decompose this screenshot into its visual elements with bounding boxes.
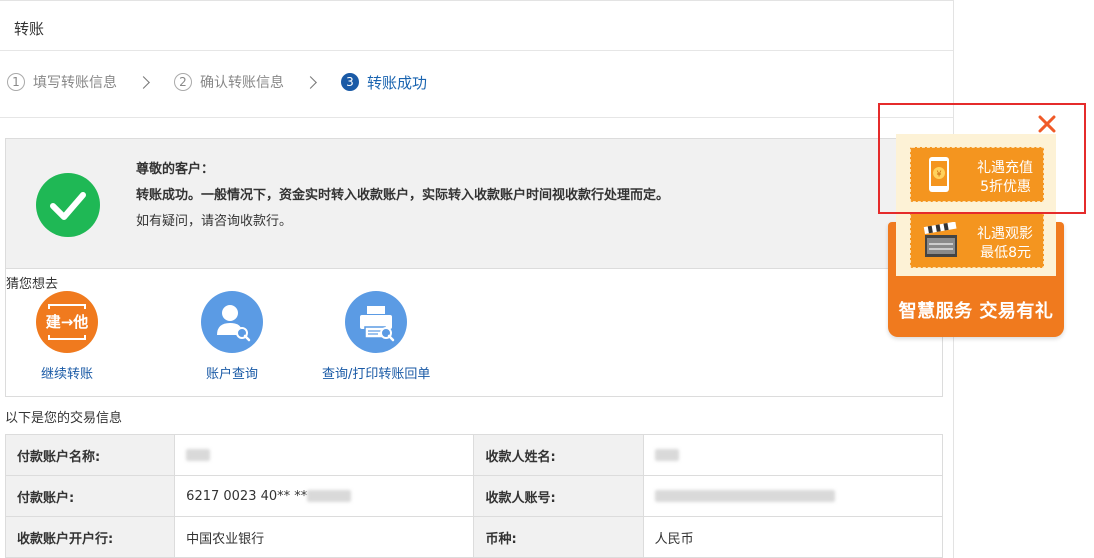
- masked-value: [654, 490, 835, 502]
- step-label: 转账成功: [367, 73, 428, 92]
- masked-value: [186, 449, 211, 461]
- step-number: 3: [341, 73, 359, 91]
- trade-info-table: 付款账户名称: 收款人姓名: 付款账户: 6217 0023 40** ** 收…: [4, 434, 944, 558]
- table-row: 收款账户开户行: 中国农业银行 币种: 人民币: [4, 516, 944, 558]
- clapperboard-icon: [923, 222, 957, 257]
- step-fill-info: 1 填写转账信息: [7, 72, 117, 92]
- promo-slogan: 智慧服务 交易有礼: [898, 301, 1054, 322]
- step-confirm-info: 2 确认转账信息: [174, 72, 284, 92]
- table-row: 付款账户名称: 收款人姓名:: [4, 434, 944, 476]
- table-value: 6217 0023 40** **: [174, 475, 475, 517]
- movie-promo-button[interactable]: 礼遇观影 最低8元: [910, 213, 1044, 268]
- masked-value: [654, 449, 679, 461]
- table-value: [642, 434, 944, 476]
- transfer-icon-text: 建→他: [46, 313, 89, 331]
- suggestions-title: 猜您想去: [6, 277, 59, 292]
- table-value: 人民币: [642, 516, 944, 558]
- printer-icon[interactable]: [345, 291, 408, 353]
- continue-transfer-label[interactable]: 继续转账: [41, 363, 93, 382]
- page-title: 转账: [14, 20, 45, 38]
- masked-value: [307, 490, 352, 502]
- table-row: 付款账户: 6217 0023 40** ** 收款人账号:: [4, 475, 944, 517]
- highlight-frame: [878, 103, 1086, 214]
- step-label: 确认转账信息: [200, 75, 284, 91]
- account-query-label[interactable]: 账户查询: [206, 363, 258, 382]
- table-value: [642, 475, 944, 517]
- result-message-box: 尊敬的客户： 转账成功。一般情况下，资金实时转入收款账户，实际转入收款账户时间视…: [5, 138, 943, 269]
- transfer-icon[interactable]: 建→他: [36, 291, 98, 353]
- table-key: 付款账户名称:: [4, 434, 176, 476]
- progress-steps: 1 填写转账信息 2 确认转账信息 3 转账成功: [7, 71, 427, 93]
- step-transfer-success: 3 转账成功: [341, 72, 427, 93]
- table-key: 收款账户开户行:: [4, 516, 176, 558]
- help-note: 如有疑问，请咨询收款行。: [136, 214, 293, 229]
- account-search-icon[interactable]: [201, 291, 263, 353]
- table-value: [174, 434, 475, 476]
- table-key: 付款账户:: [4, 475, 176, 517]
- header-divider: [0, 50, 953, 51]
- check-icon: [36, 173, 100, 237]
- print-receipt-label[interactable]: 查询/打印转账回单: [322, 363, 430, 382]
- success-message: 转账成功。一般情况下，资金实时转入收款账户，实际转入收款账户时间视收款行处理而定…: [136, 188, 670, 203]
- continue-transfer-link[interactable]: 建→他 继续转账: [36, 291, 98, 382]
- step-number: 1: [7, 73, 25, 91]
- steps-divider: [0, 117, 953, 118]
- step-label: 填写转账信息: [33, 75, 117, 91]
- account-query-link[interactable]: 账户查询: [201, 291, 263, 382]
- table-value: 中国农业银行: [174, 516, 475, 558]
- movie-promo-title[interactable]: 礼遇观影: [977, 223, 1033, 243]
- suggestions-box: 猜您想去 建→他 继续转账 账户查询 查询/打印转账回单: [5, 269, 943, 397]
- step-number: 2: [174, 73, 192, 91]
- movie-promo-subtitle[interactable]: 最低8元: [980, 242, 1031, 262]
- greeting-text: 尊敬的客户：: [136, 162, 215, 177]
- table-key: 收款人姓名:: [473, 434, 644, 476]
- trade-info-title: 以下是您的交易信息: [5, 411, 123, 426]
- chevron-right-icon: [304, 75, 317, 89]
- chevron-right-icon: [137, 75, 150, 89]
- transfer-panel: 转账 1 填写转账信息 2 确认转账信息 3 转账成功 尊敬的客户： 转账成功。…: [0, 0, 954, 558]
- table-key: 收款人账号:: [473, 475, 644, 517]
- print-receipt-link[interactable]: 查询/打印转账回单: [322, 291, 430, 382]
- result-text: 尊敬的客户： 转账成功。一般情况下，资金实时转入收款账户，实际转入收款账户时间视…: [136, 157, 696, 235]
- table-key: 币种:: [473, 516, 644, 558]
